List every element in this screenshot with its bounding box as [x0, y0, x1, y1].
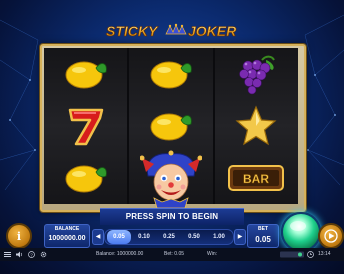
- bet-option[interactable]: 0.05: [107, 230, 131, 244]
- help-icon[interactable]: ?: [28, 251, 35, 258]
- bet-selector[interactable]: 0.05 0.10 0.25 0.50 1.00: [104, 229, 234, 245]
- grapes-icon: [239, 55, 276, 95]
- reel-1: [44, 48, 128, 204]
- clock-icon: [307, 251, 314, 258]
- bet-label: BET: [258, 226, 268, 232]
- logo-hat-icon: [165, 23, 187, 35]
- message-bar: PRESS SPIN TO BEGIN: [100, 208, 244, 225]
- status-bar: ? Balance: 1000000.00 Bet: 0.05 Win: 13:…: [0, 248, 344, 261]
- bet-option[interactable]: 0.50: [182, 230, 206, 244]
- logo-word-sticky: STICKY: [106, 23, 159, 39]
- balance-label: BALANCE: [54, 226, 80, 232]
- symbol-lemon: [44, 152, 127, 204]
- joker-icon: [140, 150, 202, 209]
- status-time: 13:14: [318, 251, 331, 257]
- bet-value: 0.05: [255, 235, 271, 244]
- symbol-lemon: [129, 48, 212, 100]
- autoplay-button[interactable]: [318, 223, 344, 249]
- lemon-icon: [150, 113, 192, 141]
- reel-3: BAR: [214, 48, 298, 204]
- menu-icon[interactable]: [4, 251, 11, 258]
- info-icon: i: [16, 229, 22, 243]
- lemon-icon: [150, 61, 192, 89]
- bet-increase-button[interactable]: ▶: [234, 229, 246, 245]
- symbol-lemon: [44, 48, 127, 100]
- logo-word-joker: JOKER: [188, 23, 237, 39]
- seven-icon: [68, 108, 103, 146]
- bar-symbol-text: BAR: [243, 172, 269, 186]
- play-icon: [324, 229, 338, 243]
- settings-icon[interactable]: [40, 251, 47, 258]
- status-bet: Bet: 0.05: [164, 251, 185, 257]
- symbol-seven: [44, 100, 127, 152]
- spin-button[interactable]: [281, 212, 321, 252]
- lemon-icon: [65, 165, 107, 193]
- symbol-lemon: [129, 100, 212, 152]
- sound-icon[interactable]: [16, 251, 23, 258]
- bar-icon: BAR: [228, 165, 285, 191]
- bet-decrease-button[interactable]: ◀: [92, 229, 104, 245]
- symbol-star: [215, 100, 298, 152]
- balance-value: 1000000.00: [48, 235, 86, 242]
- symbol-grapes: [215, 48, 298, 100]
- bet-option[interactable]: 1.00: [207, 230, 231, 244]
- status-win: Win:: [207, 251, 217, 257]
- svg-text:?: ?: [30, 252, 33, 257]
- bet-display: BET 0.05: [247, 224, 279, 248]
- bet-option[interactable]: 0.10: [132, 230, 156, 244]
- provider-logo: [280, 251, 304, 258]
- symbol-joker: [140, 150, 202, 209]
- bet-option[interactable]: 0.25: [157, 230, 181, 244]
- status-balance: Balance: 1000000.00: [96, 251, 144, 257]
- balance-display: BALANCE 1000000.00: [44, 224, 90, 248]
- game-logo: STICKY JOKER: [106, 23, 238, 40]
- symbol-bar: BAR: [215, 152, 298, 204]
- spin-icon: [290, 221, 306, 231]
- info-button[interactable]: i: [6, 223, 32, 249]
- star-icon: [235, 105, 277, 146]
- lemon-icon: [65, 61, 107, 89]
